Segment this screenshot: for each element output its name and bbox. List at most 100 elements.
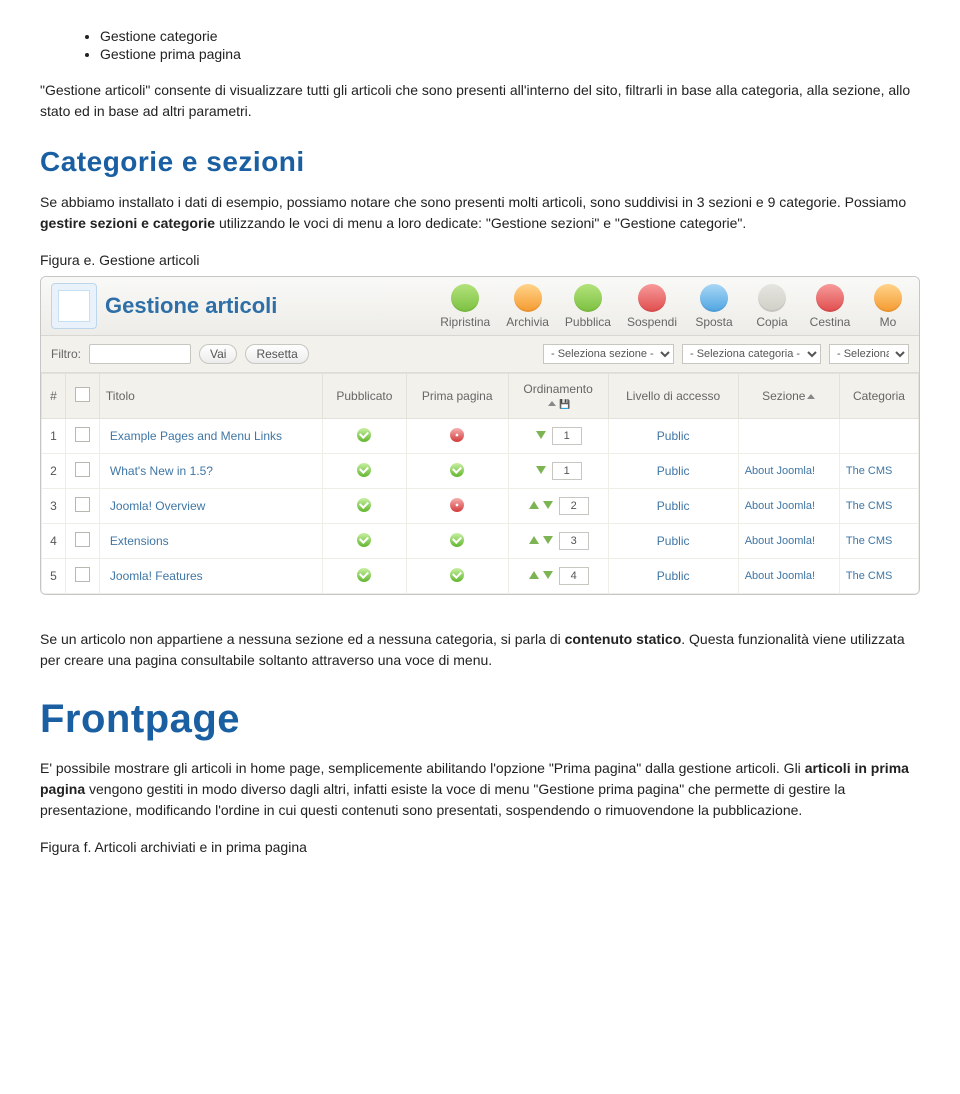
cell-published[interactable] [322, 419, 406, 454]
tool-pubblica[interactable]: Pubblica [565, 284, 611, 329]
order-input[interactable]: 4 [559, 567, 589, 585]
category-select[interactable]: - Seleziona categoria - [682, 344, 821, 364]
col-number: # [42, 374, 66, 419]
cell-check [65, 454, 99, 489]
tool-sospendi[interactable]: Sospendi [627, 284, 677, 329]
cell-access[interactable]: Public [608, 419, 738, 454]
cell-frontpage[interactable] [406, 454, 508, 489]
cell-number: 2 [42, 454, 66, 489]
cell-frontpage[interactable] [406, 524, 508, 559]
cell-published[interactable] [322, 559, 406, 594]
cell-category[interactable]: The CMS [839, 489, 918, 524]
unpublish-icon [638, 284, 666, 312]
cell-order: 1 [508, 419, 608, 454]
arrow-up-icon[interactable] [529, 536, 539, 544]
tool-sposta[interactable]: Sposta [693, 284, 735, 329]
col-order[interactable]: Ordinamento 💾 [508, 374, 608, 419]
col-published[interactable]: Pubblicato [322, 374, 406, 419]
section-select[interactable]: - Seleziona sezione - [543, 344, 674, 364]
cell-title[interactable]: What's New in 1.5? [99, 454, 322, 489]
figure-caption-e: Figura e. Gestione articoli [40, 252, 920, 268]
cell-title[interactable]: Example Pages and Menu Links [99, 419, 322, 454]
arrow-down-icon[interactable] [543, 536, 553, 544]
row-checkbox[interactable] [75, 497, 90, 512]
article-icon [51, 283, 97, 329]
cell-access[interactable]: Public [608, 524, 738, 559]
arrow-up-icon[interactable] [529, 571, 539, 579]
arrow-down-icon[interactable] [543, 501, 553, 509]
tool-ripristina[interactable]: Ripristina [440, 284, 490, 329]
cell-category[interactable]: The CMS [839, 454, 918, 489]
arrow-up-icon[interactable] [529, 501, 539, 509]
cell-title[interactable]: Joomla! Overview [99, 489, 322, 524]
order-input[interactable]: 1 [552, 427, 582, 445]
cell-section[interactable]: About Joomla! [738, 454, 839, 489]
articles-table: # Titolo Pubblicato Prima pagina Ordinam… [41, 373, 919, 594]
col-title[interactable]: Titolo [99, 374, 322, 419]
col-section[interactable]: Sezione [738, 374, 839, 419]
cell-access[interactable]: Public [608, 489, 738, 524]
tool-archivia[interactable]: Archivia [506, 284, 549, 329]
cell-section[interactable]: About Joomla! [738, 559, 839, 594]
cell-published[interactable] [322, 454, 406, 489]
check-icon [357, 428, 371, 442]
table-row: 3Joomla! Overview 2PublicAbout Joomla!Th… [42, 489, 919, 524]
cell-frontpage[interactable] [406, 489, 508, 524]
cell-check [65, 524, 99, 559]
arrow-down-icon[interactable] [543, 571, 553, 579]
tool-copia[interactable]: Copia [751, 284, 793, 329]
static-content-paragraph: Se un articolo non appartiene a nessuna … [40, 629, 920, 671]
order-input[interactable]: 2 [559, 497, 589, 515]
categorie-paragraph: Se abbiamo installato i dati di esempio,… [40, 192, 920, 234]
row-checkbox[interactable] [75, 427, 90, 442]
row-checkbox[interactable] [75, 567, 90, 582]
col-category[interactable]: Categoria [839, 374, 918, 419]
table-row: 4Extensions 3PublicAbout Joomla!The CMS [42, 524, 919, 559]
arrow-down-icon[interactable] [536, 466, 546, 474]
order-input[interactable]: 3 [559, 532, 589, 550]
cell-section[interactable]: About Joomla! [738, 524, 839, 559]
cell-published[interactable] [322, 524, 406, 559]
cross-icon [450, 498, 464, 512]
cell-access[interactable]: Public [608, 454, 738, 489]
panel-title: Gestione articoli [105, 293, 277, 319]
check-icon [450, 463, 464, 477]
row-checkbox[interactable] [75, 462, 90, 477]
frontpage-paragraph: E' possibile mostrare gli articoli in ho… [40, 758, 920, 821]
cell-frontpage[interactable] [406, 419, 508, 454]
trash-icon [816, 284, 844, 312]
cell-access[interactable]: Public [608, 559, 738, 594]
filter-go-button[interactable]: Vai [199, 344, 237, 364]
cell-order: 3 [508, 524, 608, 559]
cell-section[interactable] [738, 419, 839, 454]
col-access[interactable]: Livello di accesso [608, 374, 738, 419]
filter-input[interactable] [89, 344, 191, 364]
filter-reset-button[interactable]: Resetta [245, 344, 308, 364]
bullet-item: Gestione prima pagina [100, 46, 920, 62]
cell-check [65, 559, 99, 594]
cell-order: 2 [508, 489, 608, 524]
cell-section[interactable]: About Joomla! [738, 489, 839, 524]
cell-category[interactable]: The CMS [839, 559, 918, 594]
cell-title[interactable]: Joomla! Features [99, 559, 322, 594]
order-input[interactable]: 1 [552, 462, 582, 480]
tool-cestina[interactable]: Cestina [809, 284, 851, 329]
last-select[interactable]: - Seleziona u [829, 344, 909, 364]
bullet-list: Gestione categorie Gestione prima pagina [40, 28, 920, 62]
cell-category[interactable] [839, 419, 918, 454]
col-frontpage[interactable]: Prima pagina [406, 374, 508, 419]
checkbox-all[interactable] [75, 387, 90, 402]
arrow-down-icon[interactable] [536, 431, 546, 439]
tool-mo[interactable]: Mo [867, 284, 909, 329]
check-icon [357, 463, 371, 477]
cell-published[interactable] [322, 489, 406, 524]
col-checkbox [65, 374, 99, 419]
cell-frontpage[interactable] [406, 559, 508, 594]
row-checkbox[interactable] [75, 532, 90, 547]
cell-category[interactable]: The CMS [839, 524, 918, 559]
move-icon [700, 284, 728, 312]
intro-paragraph: "Gestione articoli" consente di visualiz… [40, 80, 920, 122]
cell-title[interactable]: Extensions [99, 524, 322, 559]
check-icon [357, 498, 371, 512]
article-manager-panel: Gestione articoli Ripristina Archivia Pu… [40, 276, 920, 595]
